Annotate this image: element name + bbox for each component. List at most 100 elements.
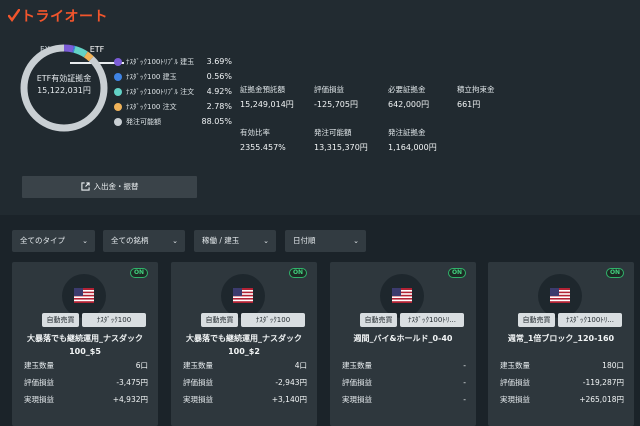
row-value: -119,287円 — [582, 378, 624, 387]
status-badge[interactable]: ON — [289, 268, 307, 278]
legend-label: ﾅｽﾀﾞｯｸ100 注文 — [126, 103, 177, 111]
chevron-down-icon: ⌄ — [82, 237, 88, 245]
metric-label: 積立拘束金 — [457, 85, 495, 94]
status-badge[interactable]: ON — [606, 268, 624, 278]
row-value: -2,943円 — [275, 378, 307, 387]
strategy-title: 大暴落でも継続運用_ナスダック 100_$2 — [177, 332, 311, 358]
row-value: 180口 — [602, 361, 624, 370]
filter-status-select[interactable]: 稼働 / 建玉 ⌄ — [194, 230, 276, 252]
card-row-unrealized: 評価損益 - — [342, 377, 466, 389]
filter-type-select[interactable]: 全てのタイプ ⌄ — [12, 230, 95, 252]
strategy-title-line: 大暴落でも継続運用_ナスダック — [27, 334, 143, 343]
type-tag: 自動売買 — [360, 313, 397, 327]
chevron-down-icon: ⌄ — [353, 237, 359, 245]
us-flag-icon — [380, 274, 424, 318]
card-row-position: 建玉数量 - — [342, 360, 466, 372]
metric-value: 661円 — [457, 100, 481, 109]
strategy-title-line: 100_$5 — [69, 347, 101, 356]
legend-item: ﾅｽﾀﾞｯｸ100ﾄﾘﾌﾟﾙ 注文 4.92% — [114, 86, 232, 101]
strategy-title-line: 大暴落でも継続運用_ナスダック — [186, 334, 302, 343]
status-badge[interactable]: ON — [130, 268, 148, 278]
deposit-transfer-button[interactable]: 入出金・振替 — [22, 176, 197, 198]
metric-label: 発注証拠金 — [388, 128, 426, 137]
metric-order-margin: 発注証拠金 1,164,000円 — [388, 127, 478, 154]
us-flag-icon — [62, 274, 106, 318]
strategy-title-line: 週常_1倍ブロック_120-160 — [507, 334, 615, 343]
allocation-legend: ﾅｽﾀﾞｯｸ100ﾄﾘﾌﾟﾙ 建玉 3.69% ﾅｽﾀﾞｯｸ100 建玉 0.5… — [114, 56, 232, 131]
legend-label: 発注可能額 — [126, 118, 161, 126]
strategy-title-line: 週間_バイ&ホールド_0-40 — [353, 334, 453, 343]
legend-item: ﾅｽﾀﾞｯｸ100 建玉 0.56% — [114, 71, 232, 86]
row-label: 建玉数量 — [24, 361, 54, 370]
type-tag: 自動売買 — [42, 313, 79, 327]
row-label: 建玉数量 — [500, 361, 530, 370]
row-value: - — [463, 395, 466, 404]
strategy-title: 週間_バイ&ホールド_0-40 — [336, 332, 470, 345]
card-row-unrealized: 評価損益 -3,475円 — [24, 377, 148, 389]
logo-check-icon — [7, 8, 21, 23]
legend-value: 0.56% — [206, 72, 232, 81]
legend-dot — [114, 73, 122, 81]
strategy-card[interactable]: ON 自動売買 ﾅｽﾀﾞｯｸ100 大暴落でも継続運用_ナスダック 100_$5… — [12, 262, 158, 426]
app-logo[interactable]: トライオート — [7, 6, 108, 26]
card-row-realized: 実現損益 - — [342, 394, 466, 406]
effective-margin-label: ETF有効証拠金 — [36, 74, 92, 83]
row-label: 実現損益 — [24, 395, 54, 404]
legend-value: 4.92% — [206, 87, 232, 96]
type-tag: 自動売買 — [518, 313, 555, 327]
symbol-tag: ﾅｽﾀﾞｯｸ100 — [82, 313, 146, 327]
row-value: 6口 — [135, 361, 148, 370]
legend-dot — [114, 58, 122, 66]
legend-dot — [114, 118, 122, 126]
strategy-title-line: 100_$2 — [228, 347, 260, 356]
donut-center-text: ETF有効証拠金 15,122,031円 — [18, 73, 110, 97]
chevron-down-icon: ⌄ — [172, 237, 178, 245]
type-tag: 自動売買 — [201, 313, 238, 327]
row-value: 4口 — [294, 361, 307, 370]
legend-item: ﾅｽﾀﾞｯｸ100ﾄﾘﾌﾟﾙ 建玉 3.69% — [114, 56, 232, 71]
symbol-tag: ﾅｽﾀﾞｯｸ100ﾄﾘ... — [400, 313, 464, 327]
card-row-unrealized: 評価損益 -119,287円 — [500, 377, 624, 389]
status-badge[interactable]: ON — [448, 268, 466, 278]
row-value: -3,475円 — [116, 378, 148, 387]
legend-dot — [114, 103, 122, 111]
row-label: 建玉数量 — [342, 361, 372, 370]
symbol-tag: ﾅｽﾀﾞｯｸ100ﾄﾘ... — [558, 313, 622, 327]
row-value: - — [463, 378, 466, 387]
row-label: 評価損益 — [24, 378, 54, 387]
strategy-title: 週常_1倍ブロック_120-160 — [494, 332, 628, 345]
effective-margin-value: 15,122,031円 — [37, 86, 91, 95]
card-row-realized: 実現損益 +4,932円 — [24, 394, 148, 406]
us-flag-icon — [538, 274, 582, 318]
row-value: +265,018円 — [579, 395, 624, 404]
metric-value: 1,164,000円 — [388, 143, 437, 152]
row-label: 建玉数量 — [183, 361, 213, 370]
app-header: トライオート — [0, 0, 640, 30]
legend-value: 3.69% — [206, 57, 232, 66]
strategy-card[interactable]: ON 自動売買 ﾅｽﾀﾞｯｸ100ﾄﾘ... 週常_1倍ブロック_120-160… — [488, 262, 634, 426]
legend-value: 88.05% — [201, 117, 232, 126]
chevron-down-icon: ⌄ — [263, 237, 269, 245]
external-link-icon — [80, 182, 90, 191]
filter-symbol-value: 全ての銘柄 — [111, 236, 149, 245]
card-row-position: 建玉数量 180口 — [500, 360, 624, 372]
strategy-card[interactable]: ON 自動売買 ﾅｽﾀﾞｯｸ100 大暴落でも継続運用_ナスダック 100_$2… — [171, 262, 317, 426]
row-label: 実現損益 — [183, 395, 213, 404]
filter-symbol-select[interactable]: 全ての銘柄 ⌄ — [103, 230, 185, 252]
row-value: +4,932円 — [112, 395, 148, 404]
symbol-tag: ﾅｽﾀﾞｯｸ100 — [241, 313, 305, 327]
legend-label: ﾅｽﾀﾞｯｸ100 建玉 — [126, 73, 177, 81]
row-value: +3,140円 — [271, 395, 307, 404]
logo-text: トライオート — [21, 9, 108, 25]
card-row-realized: 実現損益 +3,140円 — [183, 394, 307, 406]
legend-label: ﾅｽﾀﾞｯｸ100ﾄﾘﾌﾟﾙ 建玉 — [126, 58, 195, 66]
filter-status-value: 稼働 / 建玉 — [202, 236, 240, 245]
legend-item: 発注可能額 88.05% — [114, 116, 232, 131]
strategy-card[interactable]: ON 自動売買 ﾅｽﾀﾞｯｸ100ﾄﾘ... 週間_バイ&ホールド_0-40 建… — [330, 262, 476, 426]
legend-dot — [114, 88, 122, 96]
row-label: 実現損益 — [500, 395, 530, 404]
filter-sort-select[interactable]: 日付順 ⌄ — [285, 230, 366, 252]
metric-reserve: 積立拘束金 661円 — [457, 84, 547, 111]
row-label: 評価損益 — [183, 378, 213, 387]
legend-label: ﾅｽﾀﾞｯｸ100ﾄﾘﾌﾟﾙ 注文 — [126, 88, 195, 96]
